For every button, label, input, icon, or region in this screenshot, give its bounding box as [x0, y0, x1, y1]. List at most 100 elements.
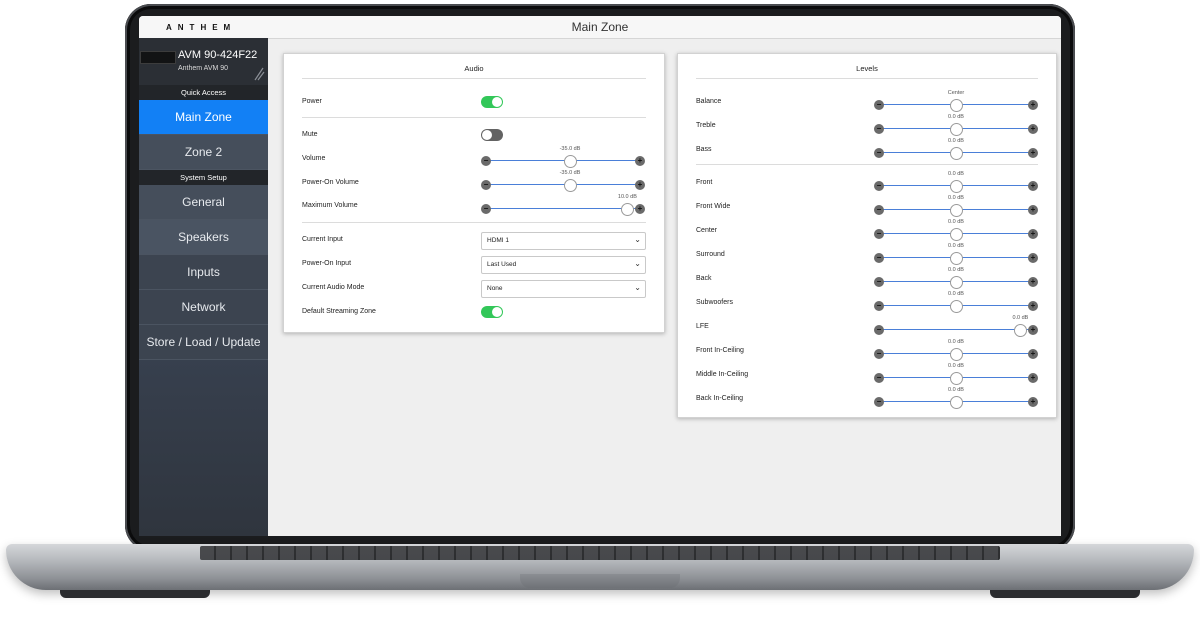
maximum-volume-slider[interactable]: − + 10.0 dB — [481, 194, 645, 216]
plus-button[interactable]: + — [635, 156, 645, 166]
plus-button[interactable]: + — [1028, 397, 1038, 407]
slider-value: 0.0 dB — [948, 243, 964, 249]
sidebar-item-main-zone[interactable]: Main Zone — [139, 100, 268, 135]
back-in-ceiling-label: Back In-Ceiling — [696, 395, 744, 402]
power-on-input-label: Power-On Input — [302, 260, 352, 267]
slider-thumb[interactable] — [950, 348, 963, 361]
front-wide-slider[interactable]: − +0.0 dB — [874, 195, 1038, 217]
slider-thumb[interactable] — [621, 203, 635, 216]
front-slider[interactable]: − +0.0 dB — [874, 171, 1038, 193]
plus-button[interactable]: + — [635, 180, 645, 190]
minus-button[interactable]: − — [874, 181, 884, 191]
minus-button[interactable]: − — [874, 397, 884, 407]
plus-button[interactable]: + — [635, 204, 645, 214]
device-model: Anthem AVM 90 — [178, 65, 229, 72]
minus-button[interactable]: − — [874, 325, 884, 335]
volume-label: Volume — [302, 155, 326, 162]
minus-button[interactable]: − — [874, 124, 884, 134]
slider-value: 0.0 dB — [948, 114, 964, 120]
front-wide-label: Front Wide — [696, 203, 731, 210]
slider-thumb[interactable] — [564, 155, 577, 168]
balance-slider[interactable]: − + Center — [874, 90, 1038, 112]
sidebar: AVM 90-424F22 Anthem AVM 90 Quick Access… — [139, 38, 268, 536]
slider-thumb[interactable] — [950, 228, 963, 241]
sidebar-item-zone-2[interactable]: Zone 2 — [139, 135, 268, 170]
minus-button[interactable]: − — [874, 253, 884, 263]
default-streaming-zone-toggle[interactable] — [481, 306, 503, 318]
current-input-select[interactable]: HDMI 1 ⌄ — [481, 232, 646, 250]
toggle-knob — [482, 130, 492, 140]
center-slider[interactable]: − +0.0 dB — [874, 219, 1038, 241]
device-header[interactable]: AVM 90-424F22 Anthem AVM 90 — [139, 38, 268, 85]
minus-button[interactable]: − — [874, 349, 884, 359]
divider — [696, 78, 1038, 79]
plus-button[interactable]: + — [1028, 349, 1038, 359]
power-on-volume-slider[interactable]: − + -35.0 dB — [481, 170, 645, 192]
sidebar-item-general[interactable]: General — [139, 185, 268, 220]
subwoofers-slider[interactable]: − +0.0 dB — [874, 291, 1038, 313]
plus-button[interactable]: + — [1028, 181, 1038, 191]
lfe-slider[interactable]: − +0.0 dB — [874, 315, 1038, 337]
slider-track — [487, 184, 639, 185]
slider-thumb[interactable] — [950, 252, 963, 265]
slider-thumb[interactable] — [950, 204, 963, 217]
minus-button[interactable]: − — [874, 301, 884, 311]
surround-slider[interactable]: − +0.0 dB — [874, 243, 1038, 265]
slider-thumb[interactable] — [564, 179, 577, 192]
minus-button[interactable]: − — [874, 100, 884, 110]
power-toggle[interactable] — [481, 96, 503, 108]
back-in-ceiling-slider[interactable]: − +0.0 dB — [874, 387, 1038, 409]
mute-toggle[interactable] — [481, 129, 503, 141]
slider-thumb[interactable] — [1014, 324, 1028, 337]
plus-button[interactable]: + — [1028, 100, 1038, 110]
minus-button[interactable]: − — [481, 156, 491, 166]
toggle-knob — [492, 307, 502, 317]
sidebar-item-store-load-update[interactable]: Store / Load / Update — [139, 325, 268, 360]
treble-label: Treble — [696, 122, 716, 129]
plus-button[interactable]: + — [1028, 325, 1038, 335]
slider-thumb[interactable] — [950, 99, 963, 112]
plus-button[interactable]: + — [1028, 205, 1038, 215]
laptop-notch — [520, 574, 680, 588]
plus-button[interactable]: + — [1028, 229, 1038, 239]
plus-button[interactable]: + — [1028, 148, 1038, 158]
middle-in-ceiling-slider[interactable]: − +0.0 dB — [874, 363, 1038, 385]
minus-button[interactable]: − — [874, 277, 884, 287]
slider-value: 0.0 dB — [948, 138, 964, 144]
front-in-ceiling-slider[interactable]: − +0.0 dB — [874, 339, 1038, 361]
slider-value: 10.0 dB — [617, 194, 637, 200]
levels-panel-title: Levels — [856, 64, 878, 73]
plus-button[interactable]: + — [1028, 253, 1038, 263]
sidebar-item-network[interactable]: Network — [139, 290, 268, 325]
current-audio-mode-select[interactable]: None ⌄ — [481, 280, 646, 298]
sidebar-item-inputs[interactable]: Inputs — [139, 255, 268, 290]
divider — [302, 78, 646, 79]
back-slider[interactable]: − +0.0 dB — [874, 267, 1038, 289]
current-input-label: Current Input — [302, 236, 343, 243]
slider-thumb[interactable] — [950, 396, 963, 409]
slider-thumb[interactable] — [950, 300, 963, 313]
power-on-input-select[interactable]: Last Used ⌄ — [481, 256, 646, 274]
minus-button[interactable]: − — [481, 180, 491, 190]
maximum-volume-label: Maximum Volume — [302, 202, 358, 209]
plus-button[interactable]: + — [1028, 124, 1038, 134]
plus-button[interactable]: + — [1028, 301, 1038, 311]
slider-thumb[interactable] — [950, 123, 963, 136]
minus-button[interactable]: − — [874, 229, 884, 239]
divider — [696, 164, 1038, 165]
minus-button[interactable]: − — [874, 148, 884, 158]
plus-button[interactable]: + — [1028, 373, 1038, 383]
slider-thumb[interactable] — [950, 180, 963, 193]
volume-slider[interactable]: − + -35.0 dB — [481, 146, 645, 168]
minus-button[interactable]: − — [481, 204, 491, 214]
treble-slider[interactable]: − +0.0 dB — [874, 114, 1038, 136]
slider-thumb[interactable] — [950, 147, 963, 160]
minus-button[interactable]: − — [874, 373, 884, 383]
plus-button[interactable]: + — [1028, 277, 1038, 287]
front-label: Front — [696, 179, 713, 186]
slider-thumb[interactable] — [950, 372, 963, 385]
bass-slider[interactable]: − +0.0 dB — [874, 138, 1038, 160]
minus-button[interactable]: − — [874, 205, 884, 215]
slider-thumb[interactable] — [950, 276, 963, 289]
sidebar-item-speakers[interactable]: Speakers — [139, 220, 268, 255]
